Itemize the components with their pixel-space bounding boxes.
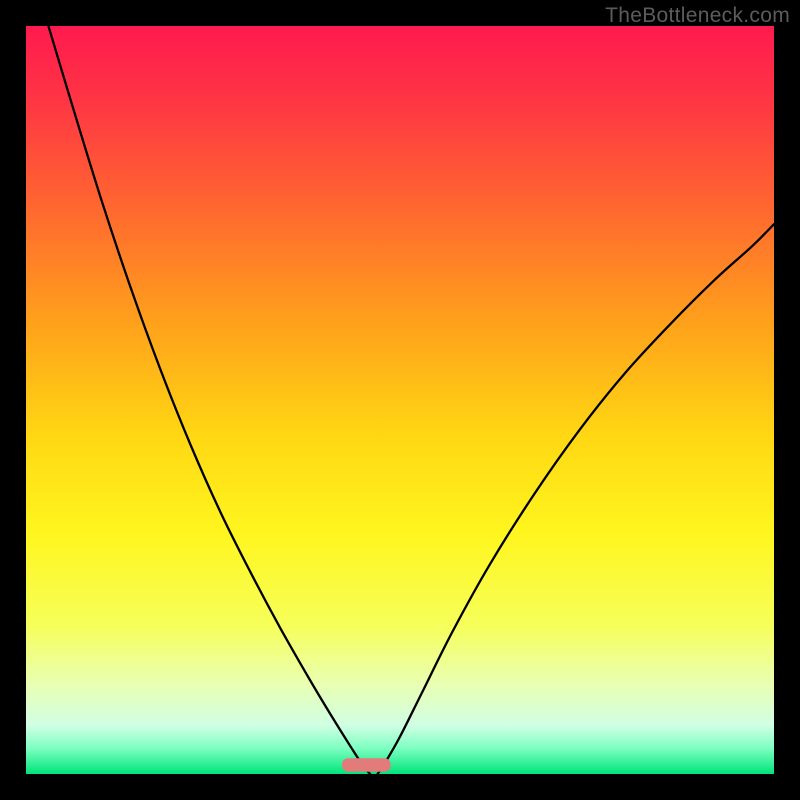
watermark-text: TheBottleneck.com xyxy=(605,4,790,28)
optimum-marker xyxy=(342,758,391,771)
chart-frame: TheBottleneck.com xyxy=(0,0,800,800)
plot-background xyxy=(26,26,774,774)
chart-plot xyxy=(26,26,774,774)
